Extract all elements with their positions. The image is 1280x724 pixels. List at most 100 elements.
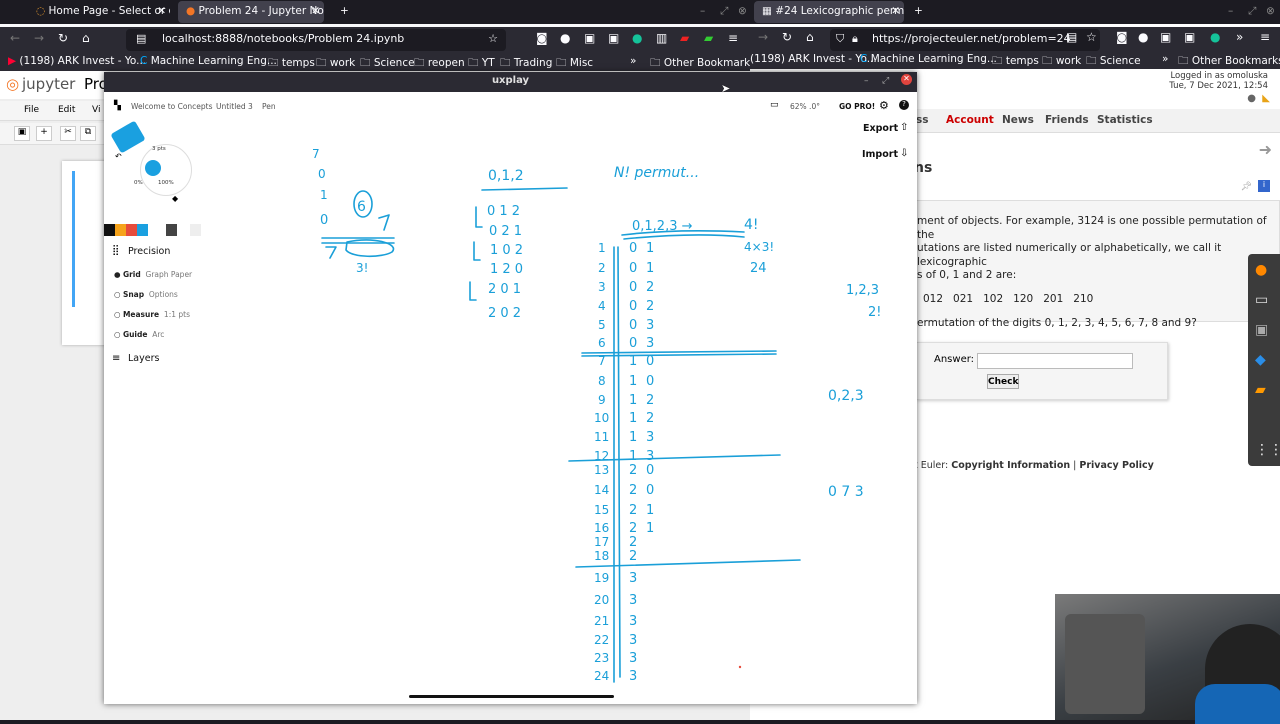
add-cell-icon[interactable]: + bbox=[36, 126, 52, 141]
bookmark-item[interactable]: (1198) ARK Invest - Yo... bbox=[750, 53, 877, 65]
copyright-link[interactable]: Copyright Information bbox=[951, 460, 1070, 471]
row-number: 20 bbox=[594, 593, 609, 607]
rss-icon[interactable]: ◣ bbox=[1262, 93, 1270, 104]
row-number: 8 bbox=[598, 374, 606, 388]
nav-account[interactable]: Account bbox=[946, 114, 994, 126]
url-bar[interactable]: ⛉ 🔒︎ https://projecteuler.net/problem=24 bbox=[830, 29, 1100, 51]
check-button[interactable]: Check bbox=[987, 374, 1019, 389]
hand-text: 0,2,3 bbox=[828, 388, 864, 404]
extension-icon[interactable]: ▥ bbox=[656, 31, 667, 45]
reader-icon[interactable]: ▤ bbox=[1066, 30, 1077, 44]
menu-view[interactable]: Vi bbox=[92, 105, 100, 115]
stray-dot bbox=[738, 665, 742, 669]
extension-icon[interactable]: ▣ bbox=[1160, 30, 1171, 44]
row-number: 13 bbox=[594, 463, 609, 477]
second-digit: 0 bbox=[646, 483, 654, 498]
nav-progress[interactable]: ss bbox=[916, 114, 929, 126]
home-icon[interactable]: ⌂ bbox=[82, 31, 90, 45]
first-digit: 1 bbox=[629, 411, 637, 426]
tab-project-euler[interactable]: ▦ #24 Lexicographic permu ✕ bbox=[754, 1, 904, 23]
folder-icon: 🗀 bbox=[500, 57, 511, 69]
footer-text: t Euler: bbox=[914, 460, 952, 471]
bookmark-star-icon[interactable]: ☆ bbox=[488, 32, 498, 45]
new-tab-button[interactable]: + bbox=[906, 1, 931, 23]
bookmark-label: work bbox=[1055, 55, 1082, 67]
bookmark-label: temps bbox=[281, 57, 315, 69]
info-icon[interactable]: i bbox=[1258, 180, 1270, 192]
bookmark-label: Machine Learning Eng... bbox=[150, 55, 277, 67]
extension-icon[interactable]: ▣ bbox=[1184, 30, 1195, 44]
jupyter-logo-text: jupyter bbox=[22, 75, 76, 93]
close-icon[interactable]: ✕ bbox=[157, 5, 166, 17]
menu-icon[interactable]: ≡ bbox=[1260, 30, 1270, 44]
reload-icon[interactable]: ↻ bbox=[782, 30, 792, 44]
hand-text: 24 bbox=[750, 261, 767, 276]
tab-jupyter-problem-24[interactable]: ● Problem 24 - Jupyter No ✕ bbox=[178, 1, 324, 23]
vscode-icon[interactable]: ◆ bbox=[1255, 352, 1266, 368]
forward-icon[interactable]: → bbox=[758, 30, 768, 44]
bookmark-star-icon[interactable]: ☆ bbox=[1086, 30, 1097, 44]
second-digit: 1 bbox=[646, 261, 654, 276]
url-bar[interactable]: ▤ localhost:8888/notebooks/Problem 24.ip… bbox=[126, 29, 506, 51]
extension-s-icon[interactable]: ● bbox=[1138, 30, 1148, 44]
pocket-icon[interactable]: ◙ bbox=[1116, 30, 1128, 44]
firefox-icon[interactable]: ● bbox=[1255, 262, 1267, 278]
minimize-icon[interactable]: – bbox=[1220, 1, 1241, 23]
extension-icon[interactable]: ▰ bbox=[704, 31, 713, 45]
hand-divider bbox=[581, 350, 777, 357]
close-icon[interactable]: ✕ bbox=[311, 5, 320, 17]
user-icon[interactable]: ● bbox=[1247, 93, 1256, 104]
nav-news[interactable]: News bbox=[1002, 114, 1034, 126]
bookmarks-overflow-icon[interactable]: » bbox=[630, 55, 636, 67]
sublime-icon[interactable]: ▰ bbox=[1255, 382, 1266, 398]
bookmark-label: reopen bbox=[427, 57, 465, 69]
terminal-icon[interactable]: ▣ bbox=[1255, 322, 1268, 338]
save-icon[interactable]: ▣ bbox=[14, 126, 30, 141]
nav-friends[interactable]: Friends bbox=[1045, 114, 1089, 126]
extension-s-icon[interactable]: ● bbox=[560, 31, 570, 45]
hand-perm: 1 0 2 bbox=[490, 243, 523, 258]
bookmark-item[interactable]: ▶ (1198) ARK Invest - Yo... bbox=[8, 55, 146, 67]
pin-icon[interactable]: 📌︎ bbox=[1241, 182, 1252, 192]
close-icon[interactable]: ✕ bbox=[891, 5, 900, 17]
menu-edit[interactable]: Edit bbox=[58, 105, 75, 115]
hand-text: N! permut... bbox=[614, 165, 699, 181]
copy-icon[interactable]: ⧉ bbox=[80, 126, 96, 141]
privacy-link[interactable]: Privacy Policy bbox=[1079, 460, 1153, 471]
files-icon[interactable]: ▭ bbox=[1255, 292, 1268, 308]
grammarly-icon[interactable]: ● bbox=[1210, 30, 1220, 44]
pocket-icon[interactable]: ◙ bbox=[536, 31, 548, 45]
menu-icon[interactable]: ≡ bbox=[728, 31, 738, 45]
folder-icon: 🗀 bbox=[414, 57, 425, 69]
bookmark-item[interactable]: C Machine Learning Eng... bbox=[860, 53, 997, 65]
menu-file[interactable]: File bbox=[24, 105, 39, 115]
tab-home-page[interactable]: ◌ Home Page - Select or cr ✕ bbox=[28, 1, 170, 23]
forward-icon[interactable]: → bbox=[34, 31, 44, 45]
row-number: 15 bbox=[594, 503, 609, 517]
answer-input[interactable] bbox=[977, 353, 1133, 369]
bookmarks-overflow-icon[interactable]: » bbox=[1162, 53, 1168, 65]
navigation-toolbar: → ↻ ⌂ ⛉ 🔒︎ https://projecteuler.net/prob… bbox=[750, 27, 1280, 51]
new-tab-button[interactable]: + bbox=[332, 1, 357, 23]
page-info-icon[interactable]: ▤ bbox=[136, 32, 146, 45]
home-indicator bbox=[409, 695, 614, 698]
minimize-icon[interactable]: – bbox=[692, 1, 713, 23]
back-icon[interactable]: ← bbox=[10, 31, 20, 45]
drawing-canvas[interactable]: 7 0 1 0 6 3! 0,1,2 0 1 2 0 2 1 1 0 2 1 2… bbox=[104, 72, 917, 704]
nav-statistics[interactable]: Statistics bbox=[1097, 114, 1153, 126]
close-window-icon[interactable]: ⊗ bbox=[1258, 1, 1280, 23]
cut-icon[interactable]: ✂ bbox=[60, 126, 76, 141]
overflow-icon[interactable]: » bbox=[1236, 30, 1243, 44]
first-digit: 1 bbox=[629, 449, 637, 464]
extension-icon[interactable]: ▰ bbox=[680, 31, 689, 45]
hand-divider bbox=[575, 559, 801, 568]
bookmark-item[interactable]: C Machine Learning Eng... bbox=[140, 55, 277, 67]
first-digit: 2 bbox=[629, 549, 637, 564]
extension-icon[interactable]: ▣ bbox=[584, 31, 595, 45]
home-icon[interactable]: ⌂ bbox=[806, 30, 814, 44]
next-arrow-icon[interactable]: ➜ bbox=[1259, 140, 1272, 159]
app-grid-icon[interactable]: ⋮⋮ bbox=[1255, 442, 1280, 458]
grammarly-icon[interactable]: ● bbox=[632, 31, 642, 45]
extension-icon[interactable]: ▣ bbox=[608, 31, 619, 45]
reload-icon[interactable]: ↻ bbox=[58, 31, 68, 45]
